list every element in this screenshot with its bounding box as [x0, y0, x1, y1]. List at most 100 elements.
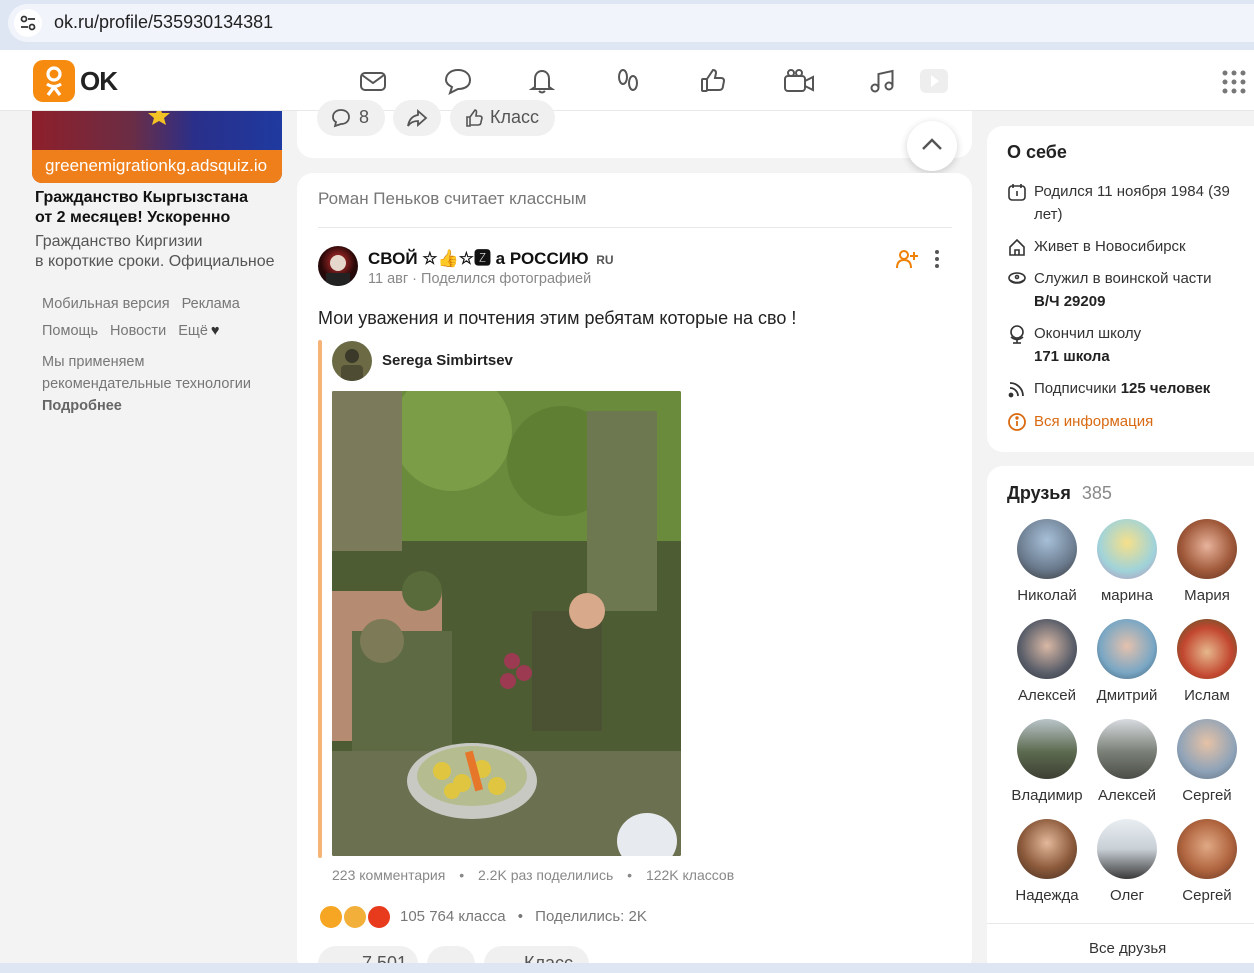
military-unit[interactable]: В/Ч 29209 [1034, 293, 1105, 310]
stats-separator: • [627, 867, 633, 883]
reactions-row[interactable] [318, 904, 396, 930]
friend-item[interactable]: Сергей [1167, 719, 1247, 804]
friend-item[interactable]: Николай [1007, 519, 1087, 604]
author-name-text: СВОЙ ☆👍☆🆉 а РОССИЮ [368, 249, 589, 268]
birthday-text: Родился 11 ноября 1984 (39 лет) [1034, 183, 1230, 223]
video-icon[interactable] [782, 66, 814, 96]
friends-title-text: Друзья [1007, 483, 1071, 503]
likes-count[interactable]: 105 764 класса [400, 908, 506, 925]
klass-events-icon[interactable] [698, 66, 728, 96]
home-icon [1009, 238, 1025, 256]
post-author-avatar[interactable] [318, 246, 358, 286]
feed-post-header[interactable]: Роман Пеньков считает классным [318, 189, 586, 209]
comments-count: 8 [359, 107, 370, 127]
stats-comments[interactable]: 223 комментария [332, 867, 445, 883]
friend-avatar [1097, 819, 1157, 879]
messages-icon[interactable] [358, 66, 388, 96]
share-button[interactable] [393, 100, 441, 136]
friend-item[interactable]: Сергей [1167, 819, 1247, 904]
url-text[interactable]: ok.ru/profile/535930134381 [54, 12, 273, 33]
more-link[interactable]: Ещё ♥ [178, 323, 227, 339]
meta-separator: · [412, 271, 422, 287]
video-player-icon[interactable] [918, 67, 948, 97]
notifications-icon[interactable] [527, 66, 557, 96]
friends-title[interactable]: Друзья 385 [1007, 483, 1112, 504]
discussions-icon[interactable] [443, 66, 473, 96]
friend-avatar [1177, 619, 1237, 679]
friend-item[interactable]: Алексей [1007, 619, 1087, 704]
friend-avatar [1017, 719, 1077, 779]
scroll-top-button[interactable] [907, 121, 957, 171]
recommendation-note: Мы применяем рекомендательные технологии… [42, 351, 251, 417]
stats-shares[interactable]: 2.2K раз поделились [478, 867, 613, 883]
mobile-version-link[interactable]: Мобильная версия [42, 296, 170, 312]
friend-name: Сергей [1182, 887, 1232, 904]
post-photo[interactable] [332, 391, 681, 856]
ad-title[interactable]: Гражданство Кыргызстана от 2 месяцев! Ус… [35, 188, 285, 228]
add-friend-icon[interactable] [895, 248, 919, 270]
friend-avatar [1097, 519, 1157, 579]
post-meta: 11 авг · Поделился фотографией [368, 271, 591, 287]
share-icon [407, 109, 428, 127]
chevron-up-icon [922, 138, 942, 150]
klass-button[interactable]: Класс [450, 100, 555, 136]
friend-item[interactable]: Мария [1167, 519, 1247, 604]
star-icon [148, 111, 170, 125]
friend-item[interactable]: Надежда [1007, 819, 1087, 904]
details-link[interactable]: Подробнее [42, 395, 251, 417]
repost-author-name[interactable]: Serega Simbirtsev [382, 352, 513, 369]
stats-separator: • [459, 867, 465, 883]
more-label: Ещё [178, 323, 208, 339]
help-link[interactable]: Помощь [42, 323, 98, 339]
friend-item[interactable]: Алексей [1087, 719, 1167, 804]
post-text: Мои уважения и почтения этим ребятам кот… [318, 308, 797, 328]
logo-text[interactable]: OK [80, 66, 118, 97]
repost-stats: 223 комментария • 2.2K раз поделились • … [332, 867, 734, 883]
friend-item[interactable]: Дмитрий [1087, 619, 1167, 704]
stats-klass[interactable]: 122K классов [646, 867, 734, 883]
thumbs-up-icon [466, 109, 483, 127]
military-text: Служил в воинской части В/Ч 29209 [1034, 267, 1234, 313]
site-settings-icon[interactable] [14, 9, 42, 37]
friend-item[interactable]: Олег [1087, 819, 1167, 904]
ad-desc-line: Гражданство Киргизии [35, 233, 203, 250]
apps-grid-icon[interactable] [1222, 70, 1246, 94]
friend-avatar [1097, 719, 1157, 779]
shares-count[interactable]: Поделились: 2K [535, 908, 647, 925]
comments-button[interactable]: 8 [317, 100, 385, 136]
school-prefix: Окончил школу [1034, 325, 1142, 342]
ad-image[interactable]: greenemigrationkg.adsquiz.io [32, 111, 282, 183]
post-author-name[interactable]: СВОЙ ☆👍☆🆉 а РОССИЮ RU [368, 244, 614, 269]
friend-name: Дмитрий [1096, 687, 1158, 704]
friend-item[interactable]: Владимир [1007, 719, 1087, 804]
all-info-link[interactable]: Вся информация [1034, 410, 1234, 433]
friend-item[interactable]: марина [1087, 519, 1167, 604]
all-friends-link[interactable]: Все друзья [1089, 940, 1166, 957]
friend-avatar [1177, 519, 1237, 579]
friend-avatar [1017, 519, 1077, 579]
pray-reaction-icon [342, 904, 368, 930]
subscribers-count[interactable]: 125 человек [1121, 380, 1211, 397]
guests-icon[interactable] [613, 66, 643, 96]
post-date[interactable]: 11 авг [368, 271, 408, 287]
school-name[interactable]: 171 школа [1034, 348, 1110, 365]
friend-name: Ислам [1184, 687, 1230, 704]
ok-logo-icon[interactable] [33, 60, 75, 102]
school-text: Окончил школу 171 школа [1034, 322, 1234, 368]
repost-author-avatar[interactable] [332, 341, 372, 381]
friend-name: Алексей [1097, 787, 1157, 804]
klass-label: Класс [490, 107, 539, 127]
post-action: Поделился фотографией [421, 271, 592, 287]
military-prefix: Служил в воинской части [1034, 270, 1212, 287]
friend-name: Владимир [1011, 787, 1083, 804]
friend-item[interactable]: Ислам [1167, 619, 1247, 704]
ads-link[interactable]: Реклама [182, 296, 240, 312]
ad-domain[interactable]: greenemigrationkg.adsquiz.io [32, 150, 282, 183]
friend-avatar [1177, 819, 1237, 879]
music-icon[interactable] [867, 66, 897, 96]
browser-bottom-strip [0, 963, 1254, 973]
friend-name: марина [1100, 587, 1153, 604]
ad-description[interactable]: Гражданство Киргизии в короткие сроки. О… [35, 232, 280, 272]
more-options-icon[interactable] [932, 249, 942, 269]
news-link[interactable]: Новости [110, 323, 166, 339]
